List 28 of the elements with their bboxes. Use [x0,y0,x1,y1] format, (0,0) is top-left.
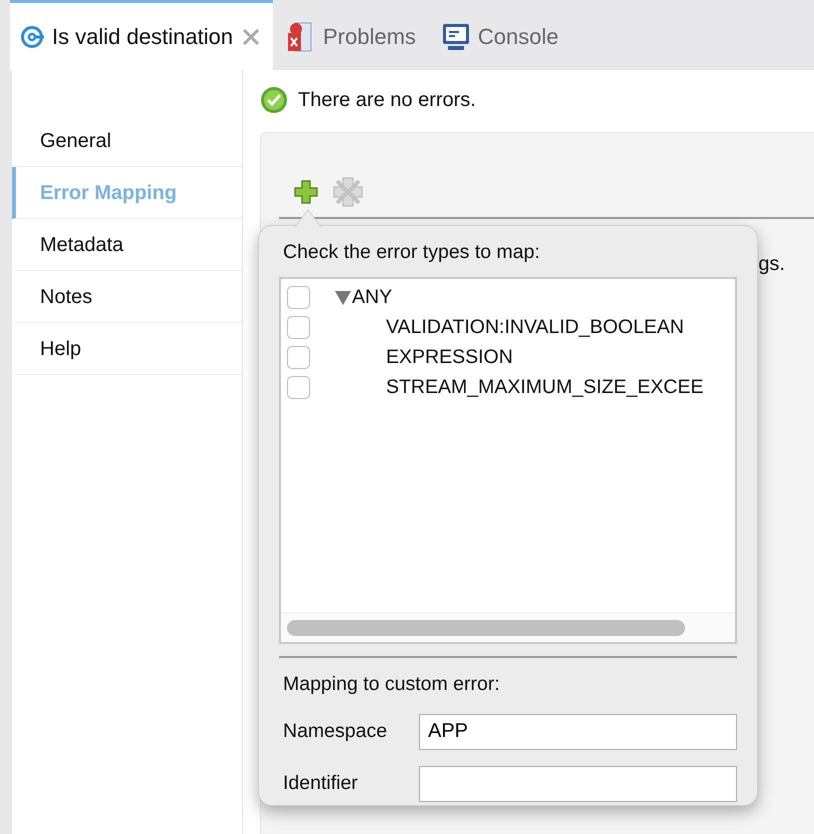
checkbox[interactable] [287,346,310,369]
check-icon [260,86,288,114]
input-field[interactable]: APP [419,714,737,750]
scrollbar-thumb[interactable] [287,620,685,636]
flow-icon [20,24,44,48]
console-icon [442,22,470,50]
panel-text: gs. [758,253,785,275]
checkbox[interactable] [287,376,310,399]
status-message: There are no errors. [298,88,476,113]
add-button[interactable] [293,179,319,205]
tree-item-label[interactable]: ANY [352,282,392,312]
popup-heading: Check the error types to map: [283,240,541,265]
tree-item-label[interactable]: EXPRESSION [386,342,513,372]
field-label: Identifier [282,770,359,796]
expand-icon[interactable] [334,288,352,306]
checkbox[interactable] [287,316,310,339]
mapping-heading: Mapping to custom error: [283,672,501,698]
input-field[interactable] [419,766,737,802]
close-icon[interactable] [241,26,261,46]
editor-tab[interactable]: Problems [277,0,428,70]
checkbox[interactable] [287,286,310,309]
editor-tab[interactable]: Is valid destination [10,0,273,70]
remove-icon [331,175,365,209]
field-label: Namespace [282,718,388,744]
editor-tab[interactable]: Console [432,0,571,70]
tree-item-label[interactable]: VALIDATION:INVALID_BOOLEAN [386,312,684,342]
plus-icon [293,179,319,205]
tree-item-label[interactable]: STREAM_MAXIMUM_SIZE_EXCEE [386,372,704,402]
